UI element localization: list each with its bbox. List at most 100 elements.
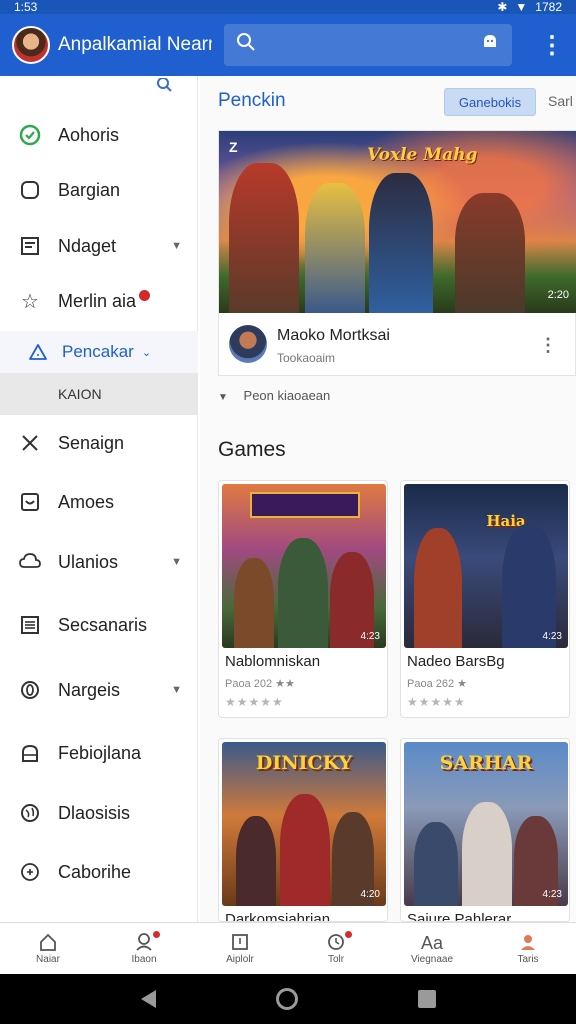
game-card[interactable]: Haia 4:23 Nadeo BarsBg Paoa 262 ★ ★★★★★ — [400, 480, 570, 718]
chevron-down-icon[interactable]: ▼ — [171, 240, 182, 252]
character-figure — [414, 528, 462, 648]
globe-icon — [18, 801, 42, 825]
filter-chip[interactable]: Ganebokis — [444, 88, 536, 116]
featured-thumbnail[interactable]: Z Voxle Mahg 2:20 — [219, 131, 576, 313]
filter-chip-secondary[interactable]: Sarl — [548, 93, 573, 109]
rating-stars: ★★★★★ — [407, 695, 466, 709]
game-meta: Paoa 202 — [225, 678, 273, 690]
game-name: Nablomniskan — [225, 653, 321, 670]
sidebar-item-amoes[interactable]: Amoes — [0, 481, 198, 523]
sidebar-item-merlin[interactable]: ☆ Merlin aia — [0, 280, 198, 322]
bottom-nav-ibaon[interactable]: Ibaon — [96, 923, 192, 974]
back-icon[interactable] — [140, 990, 156, 1008]
channel-avatar[interactable] — [229, 325, 267, 363]
wifi-icon: ▼ — [515, 0, 528, 14]
cloud-chat-icon — [18, 550, 42, 574]
circle-zero-icon — [18, 678, 42, 702]
sidebar-item-pencakar[interactable]: Pencakar ⌄ — [0, 331, 198, 373]
notification-badge — [153, 931, 160, 938]
bottom-nav-aiplolr[interactable]: Aiplolr — [192, 923, 288, 974]
list-box-icon — [18, 234, 42, 258]
sidebar-item-label: Nargeis — [58, 679, 121, 700]
sidebar-item-caborihe[interactable]: Caborihe — [0, 851, 198, 893]
sidebar-item-febiojlana[interactable]: Febiojlana — [0, 732, 198, 774]
avatar[interactable] — [12, 26, 50, 64]
sidebar-item-senaign[interactable]: Senaign — [0, 422, 198, 464]
battery-text: 1782 — [535, 0, 562, 14]
expand-toggle[interactable]: ▼ Peon kiaoaean — [218, 388, 330, 403]
app-bar: Anpalkamial Nearn ⋮ — [0, 14, 576, 76]
bottom-nav-label: Naiar — [36, 954, 60, 965]
sidebar-item-bargian[interactable]: Bargian — [0, 169, 198, 211]
sidebar-item-nargeis[interactable]: Nargeis ▼ — [0, 669, 198, 711]
game-logo-banner — [250, 492, 360, 518]
game-thumbnail[interactable]: Haia 4:23 — [404, 484, 568, 648]
game-card[interactable]: 4:23 Nablomniskan Paoa 202 ★★ ★★★★★ — [218, 480, 388, 718]
bottom-navigation: Naiar Ibaon Aiplolr Tolr Aa Viegnaae Tar… — [0, 922, 576, 974]
chevron-down-icon[interactable]: ▼ — [171, 684, 182, 696]
document-icon — [18, 613, 42, 637]
game-logo: Haia — [486, 512, 526, 530]
bottom-nav-tolr[interactable]: Tolr — [288, 923, 384, 974]
bell-icon[interactable] — [480, 32, 500, 58]
game-tag: 4:23 — [360, 631, 380, 642]
sidebar-item-label: Senaign — [58, 432, 125, 453]
recent-apps-icon[interactable] — [417, 990, 436, 1008]
character-figure — [455, 193, 525, 313]
character-figure — [502, 524, 556, 648]
bottom-nav-taris[interactable]: Taris — [480, 923, 576, 974]
sidebar-item-secsanaris[interactable]: Secsanaris — [0, 604, 198, 646]
art-title: Voxle Mahg — [367, 145, 478, 165]
game-card[interactable]: SARHAR 4:23 Saiure Pahlerar — [400, 738, 570, 922]
chevron-down-icon[interactable]: ⌄ — [142, 346, 151, 359]
app-title: Anpalkamial Nearn — [58, 34, 213, 55]
featured-title[interactable]: Maoko Mortksai — [277, 327, 390, 345]
clock-alert-icon — [326, 931, 352, 954]
status-time: 1:53 — [14, 0, 38, 14]
character-figure — [369, 173, 433, 313]
status-bar: 1:53 ✱ ▼ 1782 — [0, 0, 576, 14]
character-figure — [236, 816, 276, 906]
home-button-icon[interactable] — [275, 988, 298, 1010]
more-options-icon[interactable]: ⋮ — [539, 335, 557, 356]
sidebar-section-label: KAION — [58, 386, 102, 402]
sidebar-item-label: Febiojlana — [58, 742, 142, 763]
game-tag: 4:23 — [542, 889, 562, 900]
search-history-icon[interactable] — [154, 77, 172, 97]
search-bar[interactable] — [224, 24, 512, 66]
bottom-nav-label: Taris — [517, 954, 539, 965]
featured-video-card[interactable]: Z Voxle Mahg 2:20 Maoko Mortksai Tookaoa… — [218, 130, 576, 376]
bluetooth-icon: ✱ — [497, 0, 508, 14]
sidebar: Aohoris Bargian Ndaget ▼ ☆ Merlin aia Pe… — [0, 76, 198, 922]
sidebar-item-dlaosisis[interactable]: Dlaosisis — [0, 792, 198, 834]
sidebar-section-kaion: KAION — [0, 373, 198, 415]
search-input[interactable] — [264, 36, 472, 54]
game-logo: SARHAR — [439, 752, 533, 774]
rating-stars: ★★★★★ — [225, 695, 284, 709]
game-tag: 4:23 — [542, 631, 562, 642]
sidebar-item-ulanios[interactable]: Ulanios ▼ — [0, 541, 198, 583]
game-logo: DINICKY — [255, 752, 353, 774]
sidebar-item-label: Secsanaris — [58, 614, 148, 635]
sidebar-item-label: Ndaget — [58, 235, 117, 256]
game-card[interactable]: DINICKY 4:20 Darkomsiahrian — [218, 738, 388, 922]
bottom-nav-viegnaae[interactable]: Aa Viegnaae — [384, 923, 480, 974]
more-options-icon[interactable]: ⋮ — [540, 31, 564, 60]
search-icon[interactable] — [236, 32, 256, 58]
sidebar-item-label: Amoes — [58, 491, 115, 512]
chevron-down-icon[interactable]: ▼ — [171, 556, 182, 568]
aa-text-icon: Aa — [420, 933, 444, 953]
smile-box-icon — [18, 490, 42, 514]
game-thumbnail[interactable]: DINICKY 4:20 — [222, 742, 386, 906]
section-heading: Penckin — [218, 90, 286, 111]
alert-triangle-icon — [26, 340, 50, 364]
bottom-nav-naiar[interactable]: Naiar — [0, 923, 96, 974]
home-outline-icon — [18, 741, 42, 765]
sidebar-item-aohoris[interactable]: Aohoris — [0, 114, 198, 156]
character-figure — [229, 163, 299, 313]
plus-circle-icon — [18, 860, 42, 884]
sidebar-item-ndaget[interactable]: Ndaget ▼ — [0, 225, 198, 267]
game-thumbnail[interactable]: SARHAR 4:23 — [404, 742, 568, 906]
game-thumbnail[interactable]: 4:23 — [222, 484, 386, 648]
game-meta: Paoa 262 — [407, 678, 455, 690]
